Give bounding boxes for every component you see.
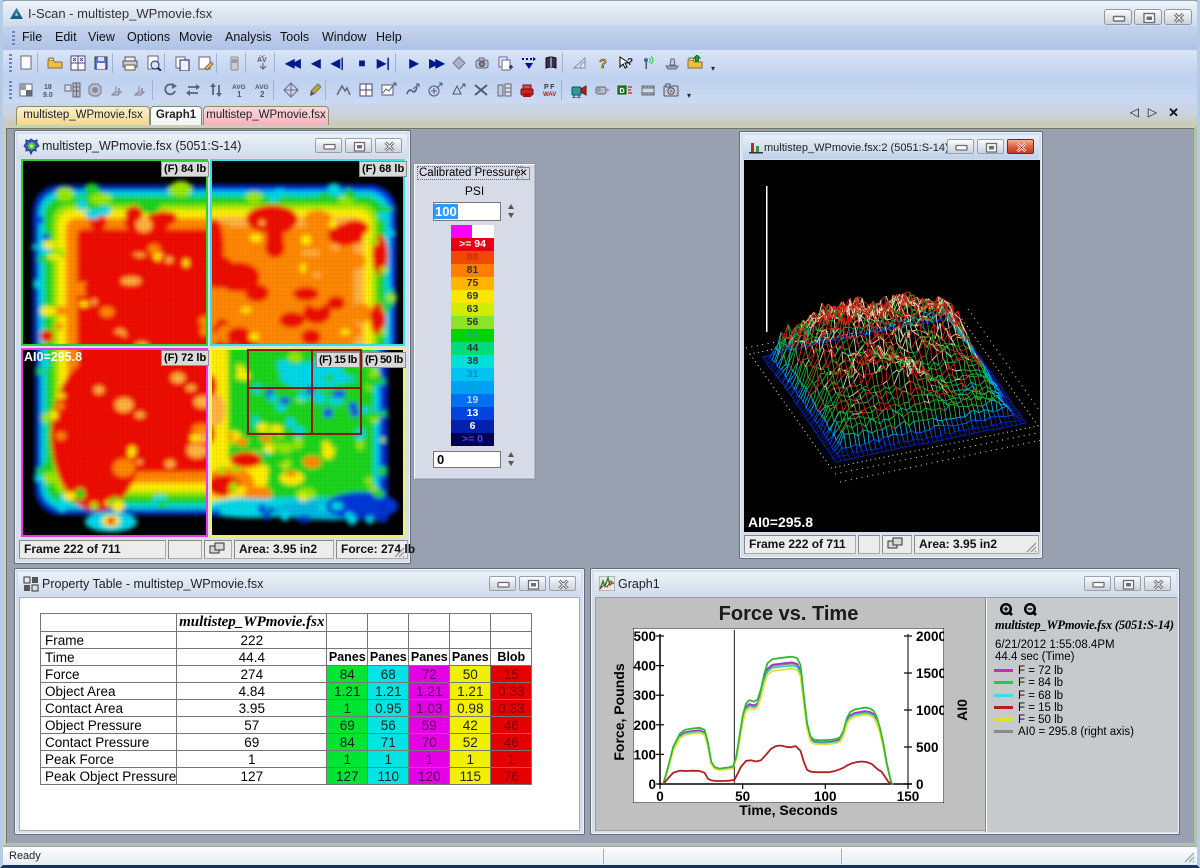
svg-text:150: 150	[897, 789, 920, 803]
svg-text:500: 500	[633, 629, 656, 644]
svg-text:300: 300	[633, 688, 656, 703]
svg-text:WAV: WAV	[543, 92, 556, 98]
svg-text:1: 1	[237, 90, 242, 98]
svg-text:A͝V: A͝V	[257, 55, 267, 64]
svg-text:0: 0	[648, 777, 656, 792]
svg-text:?: ?	[627, 57, 633, 68]
svg-text:500: 500	[916, 740, 939, 755]
svg-text:0: 0	[656, 789, 664, 803]
svg-text:9.0: 9.0	[43, 92, 53, 98]
svg-text:1000: 1000	[916, 703, 944, 718]
svg-text:200: 200	[633, 718, 656, 733]
svg-text:P F: P F	[544, 84, 555, 91]
svg-text:2000: 2000	[916, 629, 944, 644]
svg-text:18: 18	[44, 84, 52, 91]
svg-text:100: 100	[633, 747, 656, 762]
svg-text:400: 400	[633, 659, 656, 674]
svg-text:1500: 1500	[916, 666, 944, 681]
svg-text:D: D	[620, 88, 625, 95]
svg-text:2: 2	[260, 90, 265, 98]
svg-text:?: ?	[599, 56, 607, 71]
svg-text:50: 50	[735, 789, 750, 803]
svg-text:100: 100	[814, 789, 837, 803]
